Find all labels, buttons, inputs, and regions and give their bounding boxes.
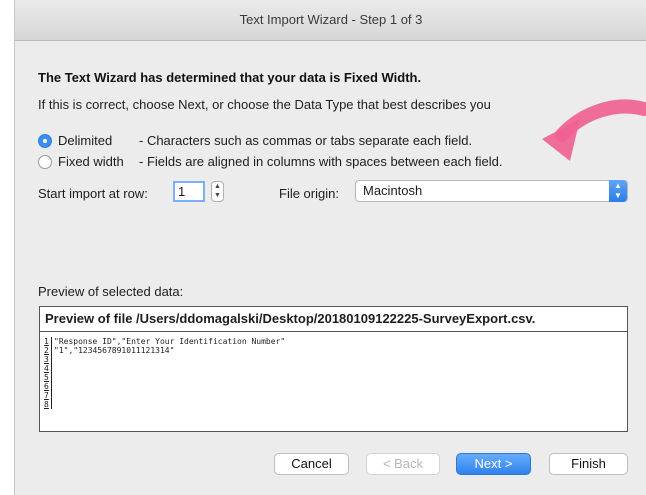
window-title: Text Import Wizard - Step 1 of 3 xyxy=(15,0,646,41)
preview-line: 1 "Response ID","Enter Your Identificatio… xyxy=(44,337,624,346)
preview-header: Preview of file /Users/ddomagalski/Deskt… xyxy=(40,307,627,332)
preview-line: 4 xyxy=(44,364,624,373)
stepper-down-icon[interactable]: ▼ xyxy=(212,191,223,200)
annotation-arrow-icon xyxy=(542,99,646,161)
radio-unselected-icon[interactable] xyxy=(38,154,52,169)
start-row-label: Start import at row: xyxy=(38,186,148,201)
cancel-button[interactable]: Cancel xyxy=(274,453,349,475)
radio-description-fixed-width: - Fields are aligned in columns with spa… xyxy=(139,154,503,169)
start-row-stepper[interactable]: ▲ ▼ xyxy=(211,181,224,202)
line-number: 5 xyxy=(44,373,52,382)
text-import-wizard-window: Text Import Wizard - Step 1 of 3 The Tex… xyxy=(14,0,646,495)
radio-selected-icon[interactable] xyxy=(38,133,52,148)
preview-label: Preview of selected data: xyxy=(38,284,184,299)
radio-label-delimited: Delimited xyxy=(58,133,113,148)
radio-delimited[interactable]: Delimited - Characters such as commas or… xyxy=(38,133,472,148)
line-number: 4 xyxy=(44,364,52,373)
file-origin-select[interactable]: Macintosh ▲ ▼ xyxy=(355,180,628,202)
preview-line: 7 xyxy=(44,391,624,400)
preview-line: 5 xyxy=(44,373,624,382)
finish-button[interactable]: Finish xyxy=(549,453,628,475)
radio-description-delimited: - Characters such as commas or tabs sepa… xyxy=(139,133,473,148)
back-button[interactable]: < Back xyxy=(366,453,440,475)
preview-line: 3 xyxy=(44,355,624,364)
stepper-up-icon[interactable]: ▲ xyxy=(212,182,223,191)
file-origin-label: File origin: xyxy=(279,186,339,201)
preview-panel[interactable]: Preview of file /Users/ddomagalski/Deskt… xyxy=(39,306,628,432)
line-number: 3 xyxy=(44,355,52,364)
preview-line: 6 xyxy=(44,382,624,391)
wizard-heading: The Text Wizard has determined that your… xyxy=(38,70,422,85)
preview-line: 8 xyxy=(44,400,624,409)
preview-line: 2 "1","1234567891011121314" xyxy=(44,346,624,355)
line-text: "Response ID","Enter Your Identification… xyxy=(54,337,286,346)
wizard-subheading: If this is correct, choose Next, or choo… xyxy=(38,97,491,112)
file-origin-value: Macintosh xyxy=(363,183,423,198)
line-number: 1 xyxy=(44,337,52,346)
line-number: 7 xyxy=(44,391,52,400)
chevron-updown-icon[interactable]: ▲ ▼ xyxy=(609,180,627,202)
line-number: 8 xyxy=(44,400,52,409)
radio-label-fixed-width: Fixed width xyxy=(58,154,124,169)
line-text: "1","1234567891011121314" xyxy=(54,346,175,355)
line-number: 2 xyxy=(44,346,52,355)
next-button[interactable]: Next > xyxy=(456,453,531,475)
start-row-input[interactable]: 1 xyxy=(173,181,205,202)
preview-lines: 1 "Response ID","Enter Your Identificatio… xyxy=(44,337,624,409)
line-number: 6 xyxy=(44,382,52,391)
radio-fixed-width[interactable]: Fixed width - Fields are aligned in colu… xyxy=(38,154,502,169)
